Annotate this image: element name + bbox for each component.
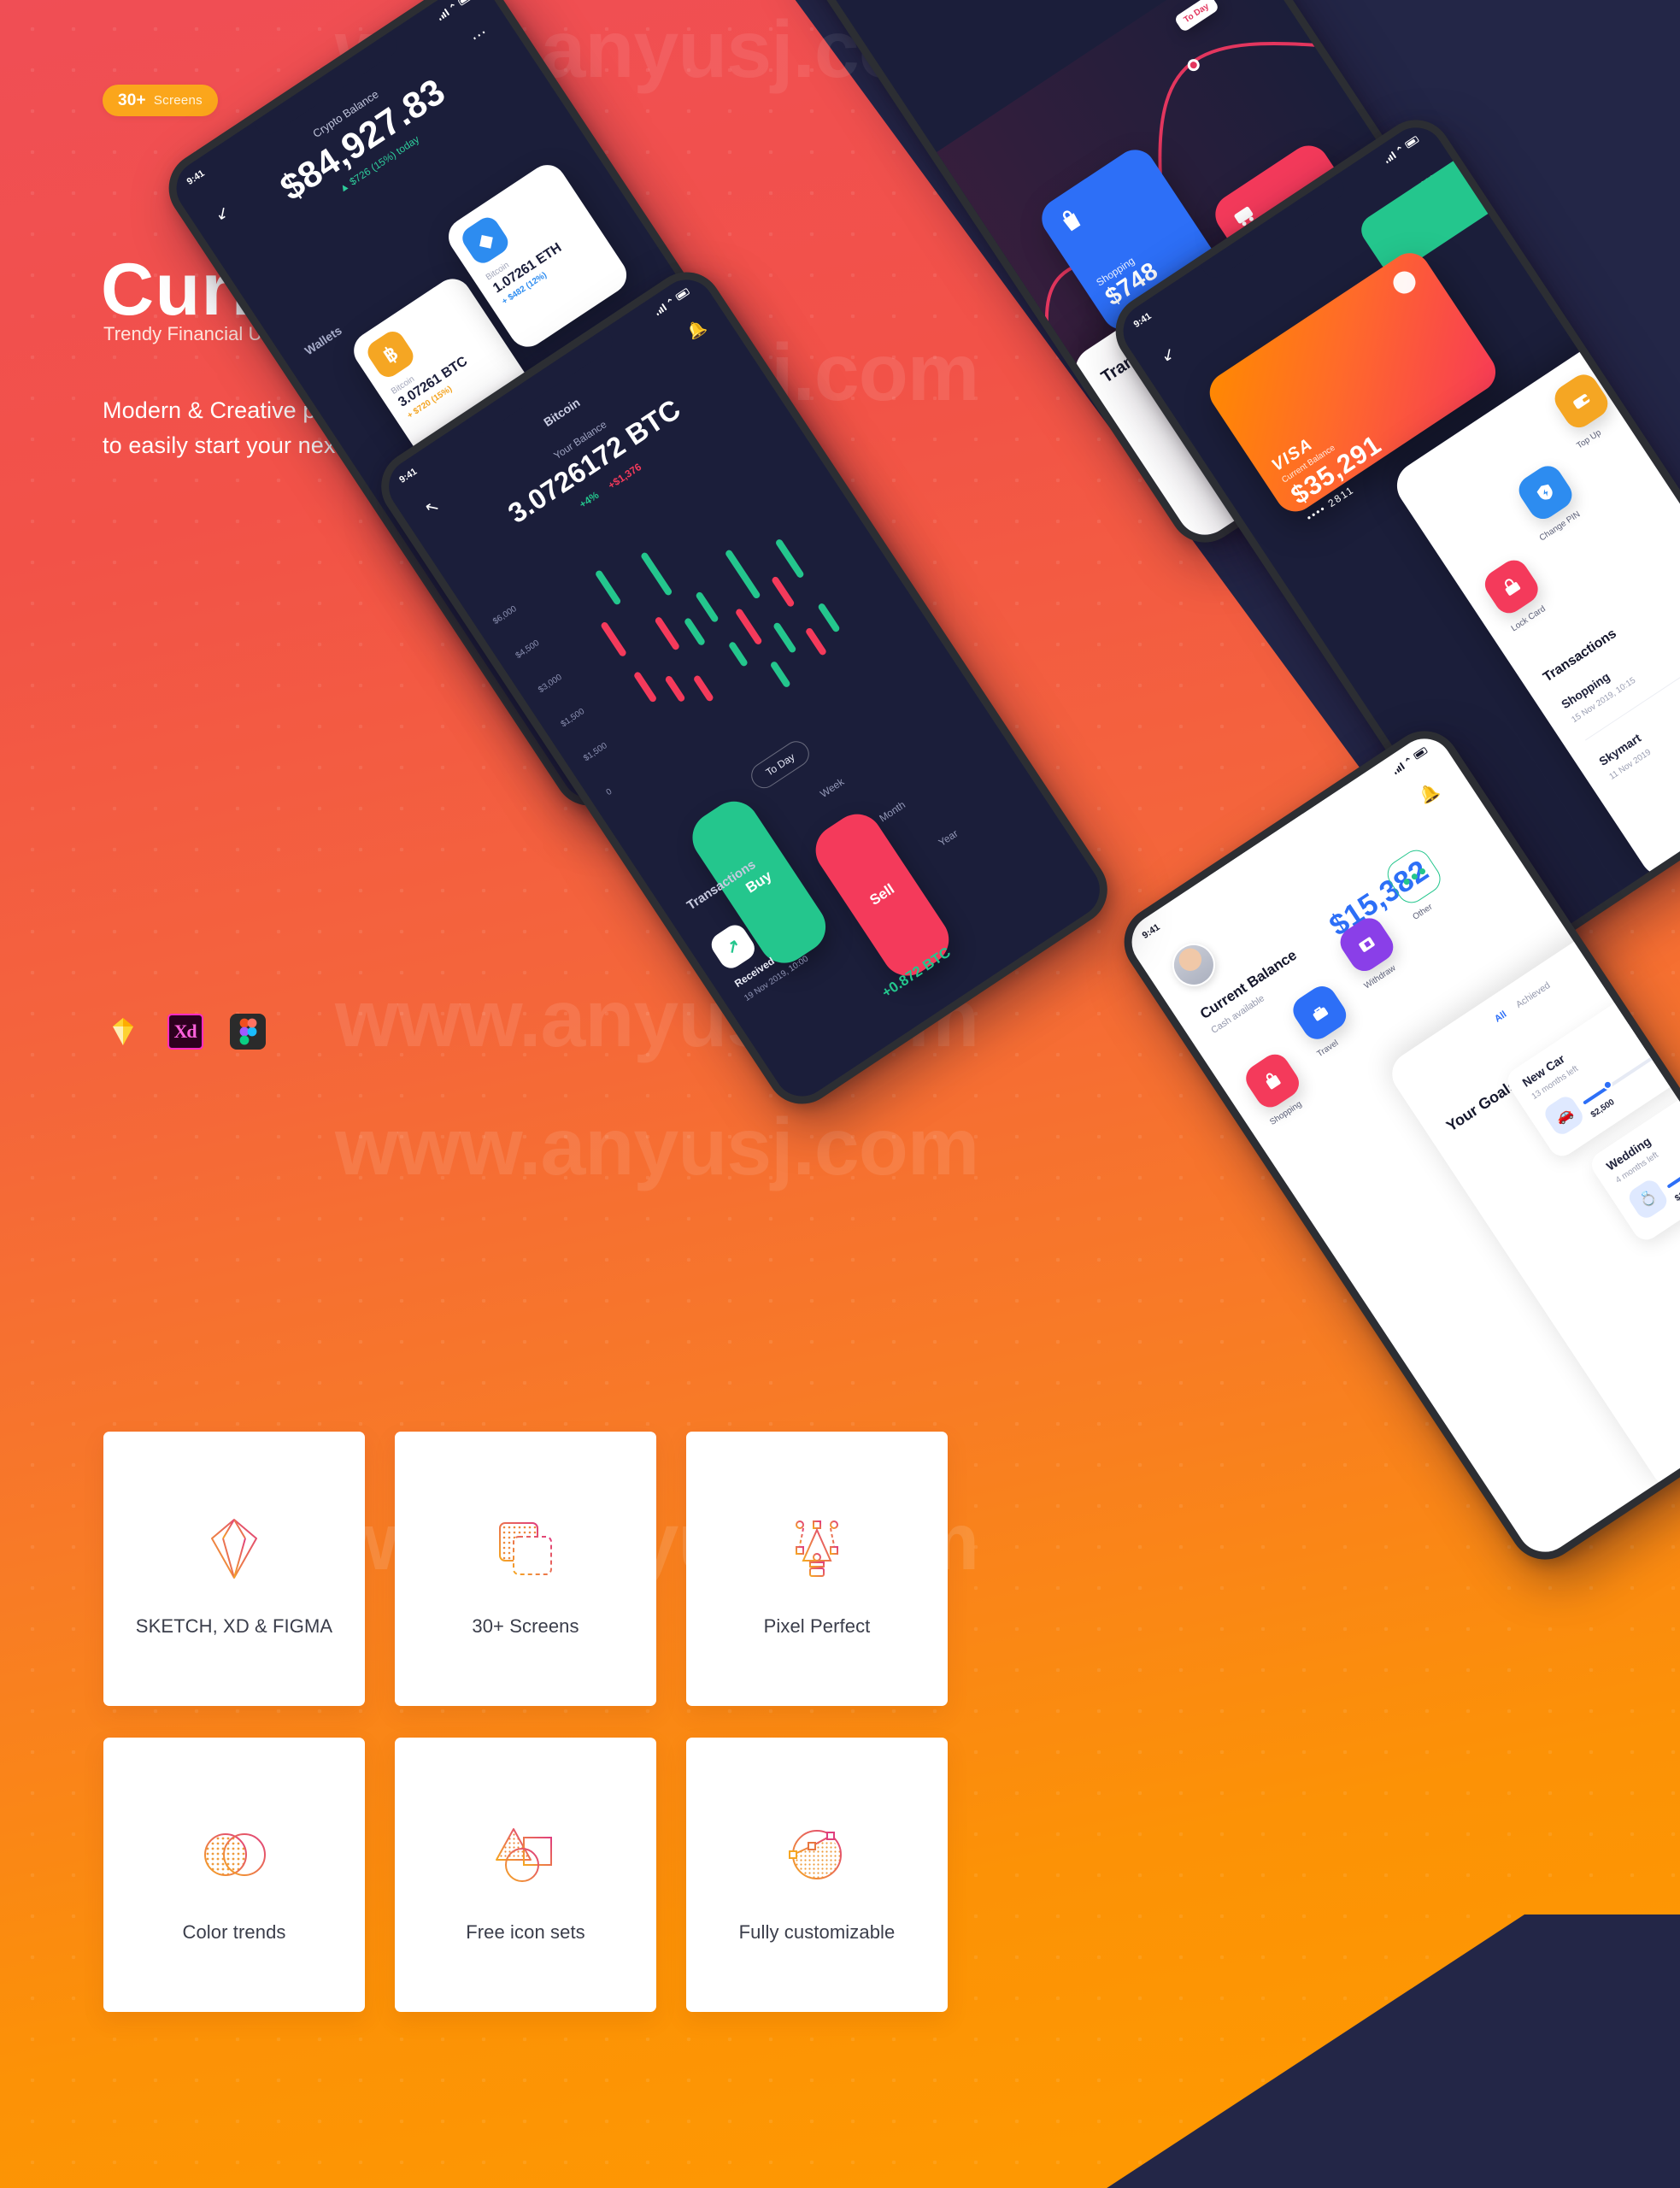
feature-label: Color trends	[182, 1920, 286, 1943]
feature-label: SKETCH, XD & FIGMA	[135, 1615, 333, 1637]
adobe-xd-icon: Xd	[165, 1011, 205, 1051]
badge-label: Screens	[153, 93, 203, 108]
poster-stage: www.anyusj.com www.anyusj.com www.anyusj…	[0, 0, 1680, 2188]
circle-nodes-icon	[778, 1807, 856, 1903]
screens-badge: 30+ Screens	[103, 85, 218, 116]
diamond-outline-icon	[195, 1501, 273, 1597]
feature-card-fully-customizable[interactable]: Fully customizable	[686, 1738, 948, 2012]
feature-label: 30+ Screens	[472, 1615, 579, 1637]
feature-card-sketch-xd-figma[interactable]: SKETCH, XD & FIGMA	[103, 1432, 365, 1706]
page-description: Modern & Creative pixel perfect UI Kit t…	[103, 393, 491, 463]
feature-card-30-screens[interactable]: 30+ Screens	[395, 1432, 656, 1706]
feature-label: Pixel Perfect	[763, 1615, 871, 1637]
shapes-icon	[486, 1807, 565, 1903]
overlapping-circles-icon	[195, 1807, 273, 1903]
feature-card-color-trends[interactable]: Color trends	[103, 1738, 365, 2012]
feature-card-free-icon-sets[interactable]: Free icon sets	[395, 1738, 656, 2012]
feature-row-1: SKETCH, XD & FIGMA 30+ Screens Pixel Per…	[103, 1432, 1577, 1706]
page-subtitle: Trendy Financial UI Kit	[103, 323, 296, 344]
figma-icon	[227, 1011, 267, 1051]
feature-card-pixel-perfect[interactable]: Pixel Perfect	[686, 1432, 948, 1706]
description-line-1: Modern & Creative pixel perfect UI Kit	[103, 397, 492, 423]
sketch-diamond-icon	[103, 1011, 143, 1051]
tool-logos: Xd	[103, 1011, 267, 1051]
feature-cards: SKETCH, XD & FIGMA 30+ Screens Pixel Per…	[103, 1432, 1577, 2044]
feature-row-2: Color trends Free icon sets Fully custom…	[103, 1738, 1577, 2012]
page-title: Curium	[101, 249, 366, 331]
description-line-2: to easily start your next project	[103, 432, 419, 458]
xd-glyph: Xd	[167, 1013, 203, 1050]
pen-tool-bulb-icon	[778, 1501, 856, 1597]
badge-count: 30+	[118, 91, 146, 109]
stacked-screens-icon	[486, 1501, 565, 1597]
feature-label: Free icon sets	[466, 1920, 585, 1943]
feature-label: Fully customizable	[738, 1920, 896, 1943]
